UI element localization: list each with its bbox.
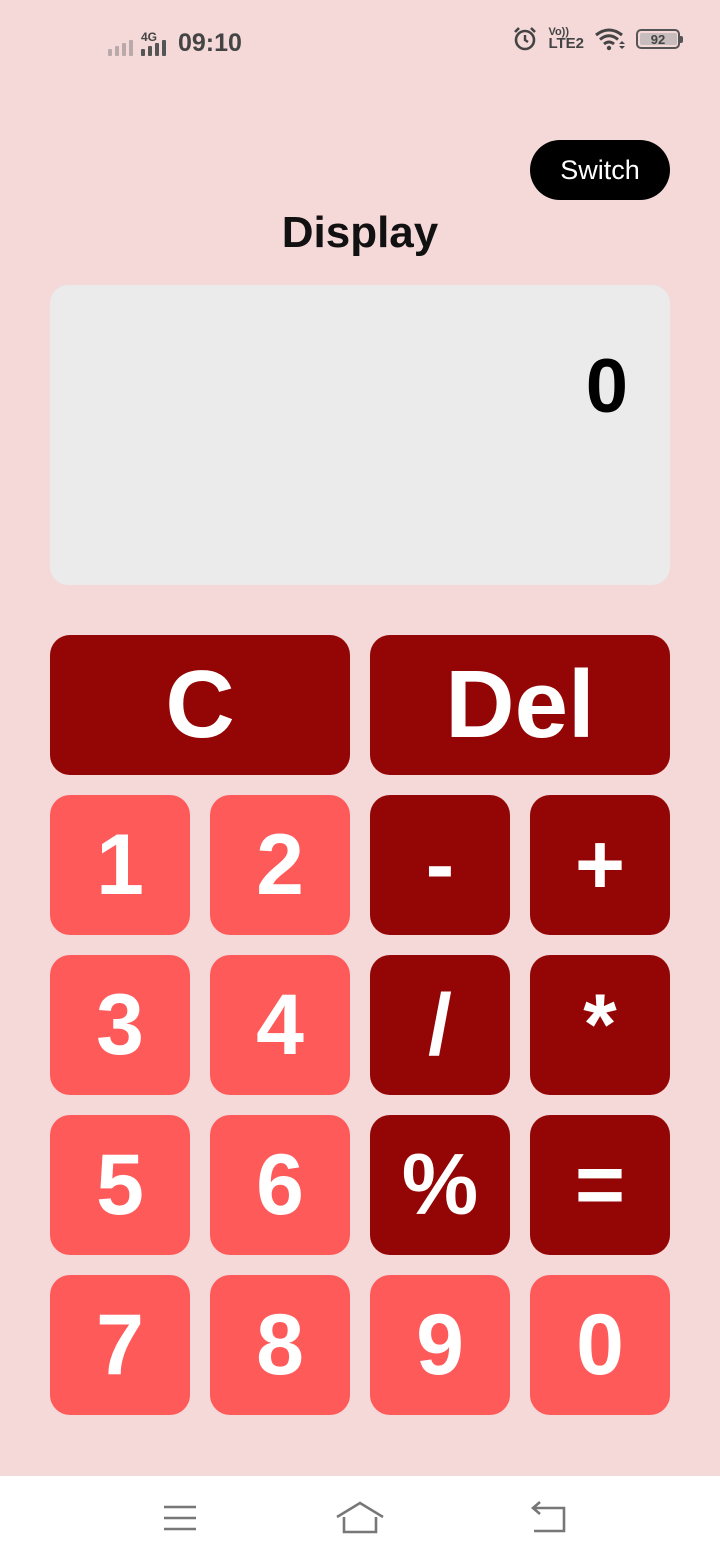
digit-1-button[interactable]: 1 — [50, 795, 190, 935]
navigation-bar — [0, 1476, 720, 1560]
menu-icon[interactable] — [162, 1500, 198, 1536]
display-title: Display — [281, 208, 439, 257]
multiply-button[interactable]: * — [530, 955, 670, 1095]
percent-button[interactable]: % — [370, 1115, 510, 1255]
digit-7-button[interactable]: 7 — [50, 1275, 190, 1415]
network-type: 4G — [141, 30, 158, 44]
status-left: 4G 09:10 — [108, 22, 242, 56]
signal-weak-icon — [108, 34, 133, 56]
display-panel: 0 — [50, 285, 670, 585]
digit-9-button[interactable]: 9 — [370, 1275, 510, 1415]
clock: 09:10 — [178, 29, 242, 57]
back-icon[interactable] — [528, 1500, 568, 1536]
status-right: Vo)) LTE2 92 — [512, 24, 683, 54]
digit-3-button[interactable]: 3 — [50, 955, 190, 1095]
signal-4g-icon: 4G — [141, 30, 166, 56]
minus-button[interactable]: - — [370, 795, 510, 935]
alarm-icon — [514, 27, 537, 51]
delete-button[interactable]: Del — [370, 635, 670, 775]
battery-level: 92 — [650, 31, 666, 47]
clear-button[interactable]: C — [50, 635, 350, 775]
digit-2-button[interactable]: 2 — [210, 795, 350, 935]
equals-button[interactable]: = — [530, 1115, 670, 1255]
plus-button[interactable]: + — [530, 795, 670, 935]
display-value: 0 — [585, 344, 628, 429]
digit-5-button[interactable]: 5 — [50, 1115, 190, 1255]
digit-4-button[interactable]: 4 — [210, 955, 350, 1095]
battery-icon: 92 — [636, 29, 683, 49]
digit-6-button[interactable]: 6 — [210, 1115, 350, 1255]
status-bar: 4G 09:10 Vo)) LTE2 92 — [0, 0, 720, 78]
digit-0-button[interactable]: 0 — [530, 1275, 670, 1415]
switch-button[interactable]: Switch — [530, 140, 670, 200]
divide-button[interactable]: / — [370, 955, 510, 1095]
wifi-icon — [595, 28, 625, 51]
home-icon[interactable] — [334, 1500, 386, 1536]
digit-8-button[interactable]: 8 — [210, 1275, 350, 1415]
volte-icon: Vo)) LTE2 — [548, 26, 584, 53]
lte-label: LTE2 — [548, 35, 584, 53]
